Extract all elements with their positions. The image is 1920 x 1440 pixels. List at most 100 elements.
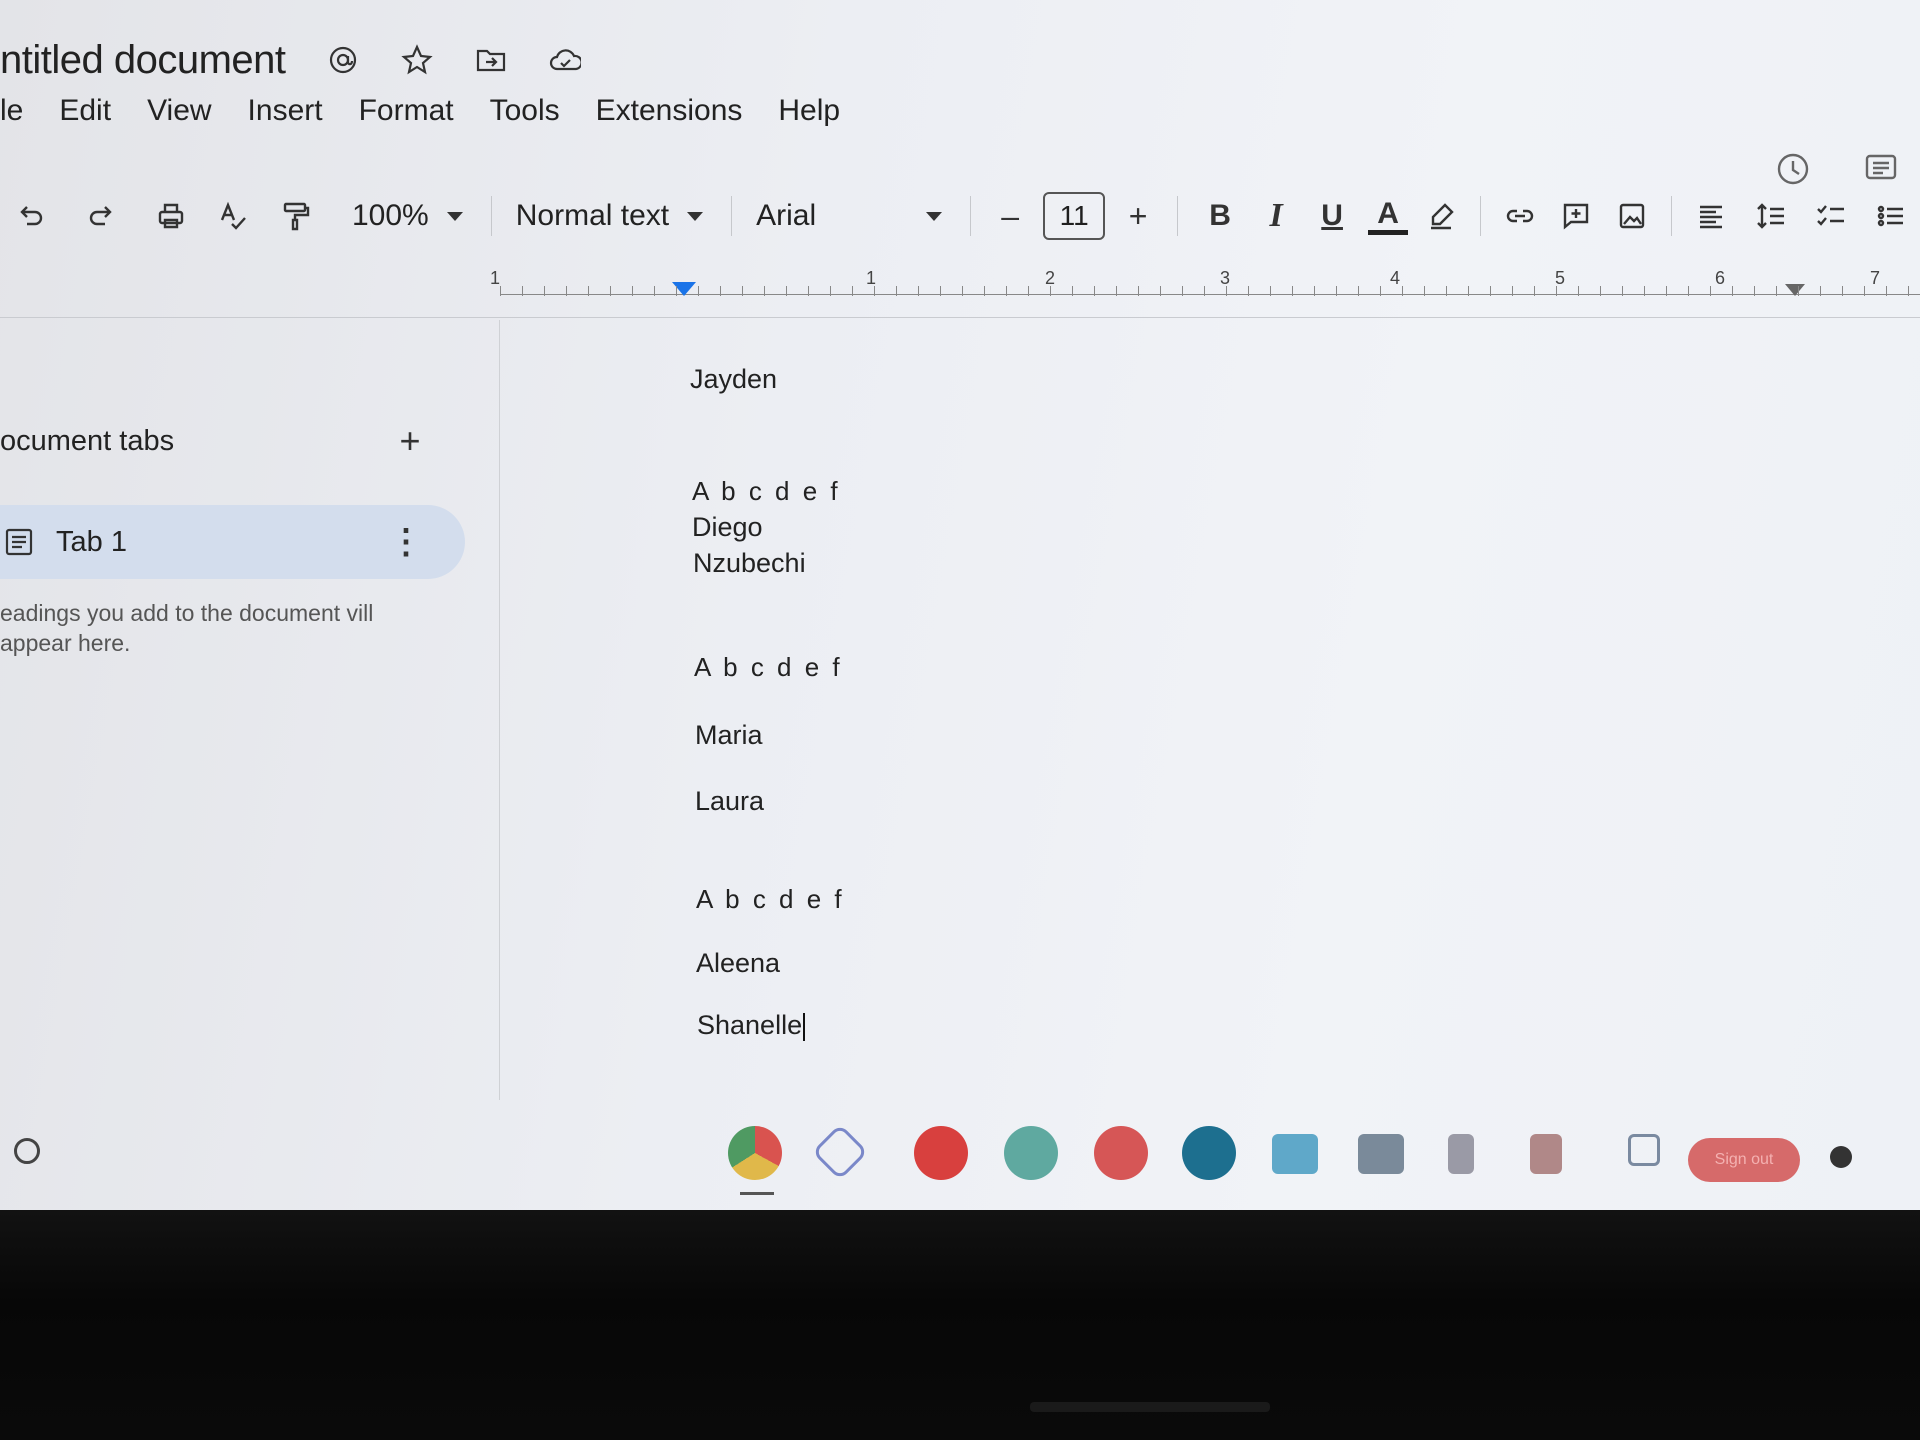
app-icon[interactable] [1272,1134,1318,1174]
ruler-tick [1358,286,1359,296]
redo-icon[interactable] [76,191,126,241]
app-icon[interactable] [1628,1134,1660,1166]
ruler-tick [1842,286,1843,296]
toolbar: 100% Normal text Arial – 11 + B I U A [0,180,1920,252]
font-select[interactable]: Arial [756,199,943,233]
at-icon[interactable] [326,43,360,77]
menu-edit[interactable]: Edit [59,94,111,128]
ruler-tick [764,286,765,296]
add-tab-button[interactable]: + [390,420,430,462]
more-options-icon[interactable]: ⋮ [389,522,423,562]
doc-line: Nzubechi [693,548,806,578]
menu-help[interactable]: Help [778,94,840,128]
print-icon[interactable] [146,191,196,241]
star-icon[interactable] [400,43,434,77]
app-icon[interactable] [1448,1134,1474,1174]
ruler-tick [1490,286,1491,296]
move-folder-icon[interactable] [474,43,508,77]
doc-line: A b c d e f [692,476,841,506]
shelf: Sign out [0,1120,1920,1200]
doc-line: Laura [695,786,765,816]
app-icon[interactable] [811,1123,869,1181]
paragraph-style-select[interactable]: Normal text [516,199,704,233]
title-bar: ntitled document [0,30,582,90]
doc-line: A b c d e f [694,652,843,682]
app-icon[interactable] [914,1126,968,1180]
tab-item-tab-1[interactable]: Tab 1 ⋮ [0,505,465,579]
increase-font-size-button[interactable]: + [1113,198,1163,235]
sign-out-button[interactable]: Sign out [1688,1138,1800,1182]
document-tabs-panel: ocument tabs + Tab 1 ⋮ eadings you add t… [0,320,500,1100]
ruler-tick [1424,286,1425,296]
toolbar-divider [1480,196,1482,236]
ruler-tick [1182,286,1183,296]
menu-view[interactable]: View [147,94,211,128]
title-icons [326,43,582,77]
ruler-tick [1754,286,1755,296]
add-comment-icon[interactable] [1551,191,1601,241]
status-icon[interactable] [1830,1146,1852,1168]
ruler-tick [1512,286,1513,296]
ruler-tick [500,286,501,296]
ruler-tick [1534,286,1535,296]
font-size-input[interactable]: 11 [1043,192,1106,240]
ruler-tick [896,286,897,296]
app-icon[interactable] [1094,1126,1148,1180]
menu-insert[interactable]: Insert [248,94,323,128]
app-icon[interactable] [1004,1126,1058,1180]
paint-format-icon[interactable] [270,191,320,241]
ruler-baseline [500,294,1920,295]
screen: ntitled document le Edit View Insert For… [0,0,1920,1210]
menu-tools[interactable]: Tools [490,94,560,128]
link-icon[interactable] [1495,191,1545,241]
ruler-tick [786,286,787,296]
tab-label: Tab 1 [56,525,127,558]
decrease-font-size-button[interactable]: – [985,198,1035,235]
ruler-tick [1798,286,1799,296]
toolbar-divider [970,196,972,236]
menu-format[interactable]: Format [359,94,454,128]
ruler-tick [1270,286,1271,296]
ruler-tick [1292,286,1293,296]
ruler-tick [676,286,677,296]
spellcheck-icon[interactable] [208,191,258,241]
bulleted-list-icon[interactable] [1866,191,1916,241]
text-color-button[interactable]: A [1368,197,1409,235]
launcher-icon[interactable] [14,1138,40,1164]
chrome-icon[interactable] [728,1126,782,1180]
doc-line-last: Shanelle [697,1010,806,1041]
highlight-icon[interactable] [1416,191,1466,241]
document-title[interactable]: ntitled document [0,38,286,83]
ruler-tick [1556,286,1557,296]
line-spacing-icon[interactable] [1746,191,1796,241]
ruler-tick [588,286,589,296]
zoom-value: 100% [352,199,429,232]
ruler-tick [918,286,919,296]
insert-image-icon[interactable] [1607,191,1657,241]
app-icon[interactable] [1182,1126,1236,1180]
align-icon[interactable] [1686,191,1736,241]
zoom-select[interactable]: 100% [352,199,463,233]
undo-icon[interactable] [6,191,56,241]
ruler-tick [1380,286,1381,296]
app-icon[interactable] [1358,1134,1404,1174]
checklist-icon[interactable] [1806,191,1856,241]
chevron-down-icon [687,211,704,221]
cloud-status-icon[interactable] [548,43,582,77]
ruler-tick [1336,286,1337,296]
tabs-title: ocument tabs [0,424,175,457]
ruler-tick [1072,286,1073,296]
ruler-tick [1578,286,1579,296]
ruler[interactable]: 1 1 2 3 4 5 6 7 [0,268,1920,318]
right-indent-marker[interactable] [1785,284,1805,296]
ruler-label: 6 [1715,268,1726,288]
chevron-down-icon [926,211,943,221]
menu-file[interactable]: le [0,94,23,128]
app-icon[interactable] [1530,1134,1562,1174]
ruler-tick [1622,286,1623,296]
italic-button[interactable]: I [1248,197,1304,235]
menu-extensions[interactable]: Extensions [596,94,743,128]
ruler-label: 4 [1390,268,1401,288]
bold-button[interactable]: B [1192,199,1248,233]
underline-button[interactable]: U [1304,199,1360,233]
